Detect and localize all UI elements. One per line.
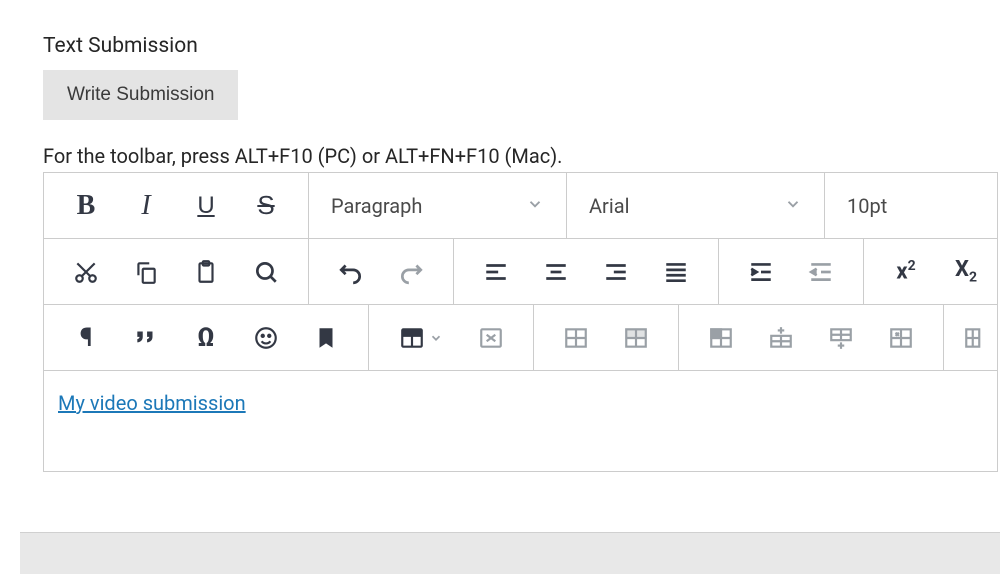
table-props-button[interactable] [546, 306, 606, 370]
section-title: Text Submission [43, 34, 1000, 58]
toolbar-row-1: B I U S Paragraph Arial 10pt [44, 173, 997, 239]
bold-button[interactable]: B [56, 174, 116, 238]
table-edit-group [679, 305, 944, 370]
insert-row-below-button[interactable] [811, 306, 871, 370]
table-row-props-button[interactable] [606, 306, 666, 370]
table-insert-group [369, 305, 534, 370]
quote-button[interactable] [116, 306, 176, 370]
editor-content[interactable]: My video submission [44, 371, 997, 471]
text-style-group: B I U S [44, 173, 309, 238]
insert-group: ¶ Ω [44, 305, 369, 370]
subscript-button[interactable]: X2 [936, 240, 996, 304]
undo-button[interactable] [321, 240, 381, 304]
redo-button[interactable] [381, 240, 441, 304]
paragraph-dropdown-label: Paragraph [331, 194, 422, 218]
toolbar-hint-text: For the toolbar, press ALT+F10 (PC) or A… [43, 144, 1000, 168]
content-link[interactable]: My video submission [58, 391, 246, 415]
editor-wrapper: B I U S Paragraph Arial 10pt [43, 172, 998, 472]
chevron-down-icon [526, 194, 544, 218]
find-button[interactable] [236, 240, 296, 304]
chevron-down-icon [784, 194, 802, 218]
align-center-button[interactable] [526, 240, 586, 304]
indent-group [719, 239, 864, 304]
bookmark-button[interactable] [296, 306, 356, 370]
paste-button[interactable] [176, 240, 236, 304]
insert-table-button[interactable] [381, 306, 461, 370]
insert-row-above-button[interactable] [751, 306, 811, 370]
fontsize-dropdown-label: 10pt [847, 194, 887, 218]
write-submission-button[interactable]: Write Submission [43, 70, 238, 120]
paragraph-dropdown[interactable]: Paragraph [309, 173, 567, 238]
clipboard-group [44, 239, 309, 304]
strikethrough-button[interactable]: S [236, 174, 296, 238]
align-group [454, 239, 719, 304]
copy-button[interactable] [116, 240, 176, 304]
undo-redo-group [309, 239, 454, 304]
underline-button[interactable]: U [176, 174, 236, 238]
outdent-button[interactable] [791, 240, 851, 304]
script-group: x2 X2 [864, 239, 1000, 304]
delete-row-button[interactable] [871, 306, 931, 370]
cut-button[interactable] [56, 240, 116, 304]
bottom-status-bar [20, 532, 1000, 574]
table-col-group [944, 305, 996, 370]
table-cell-button[interactable] [691, 306, 751, 370]
font-dropdown[interactable]: Arial [567, 173, 825, 238]
toolbar-row-2: x2 X2 [44, 239, 997, 305]
paragraph-mark-button[interactable]: ¶ [56, 306, 116, 370]
emoji-button[interactable] [236, 306, 296, 370]
superscript-button[interactable]: x2 [876, 240, 936, 304]
font-dropdown-label: Arial [589, 194, 629, 218]
italic-button[interactable]: I [116, 174, 176, 238]
toolbar-row-3: ¶ Ω [44, 305, 997, 371]
fontsize-dropdown[interactable]: 10pt [825, 173, 985, 238]
delete-table-button[interactable] [461, 306, 521, 370]
indent-button[interactable] [731, 240, 791, 304]
align-right-button[interactable] [586, 240, 646, 304]
table-cell-group [534, 305, 679, 370]
insert-col-button[interactable] [956, 306, 996, 370]
align-left-button[interactable] [466, 240, 526, 304]
special-char-button[interactable]: Ω [176, 306, 236, 370]
align-justify-button[interactable] [646, 240, 706, 304]
chevron-down-icon [429, 331, 443, 345]
